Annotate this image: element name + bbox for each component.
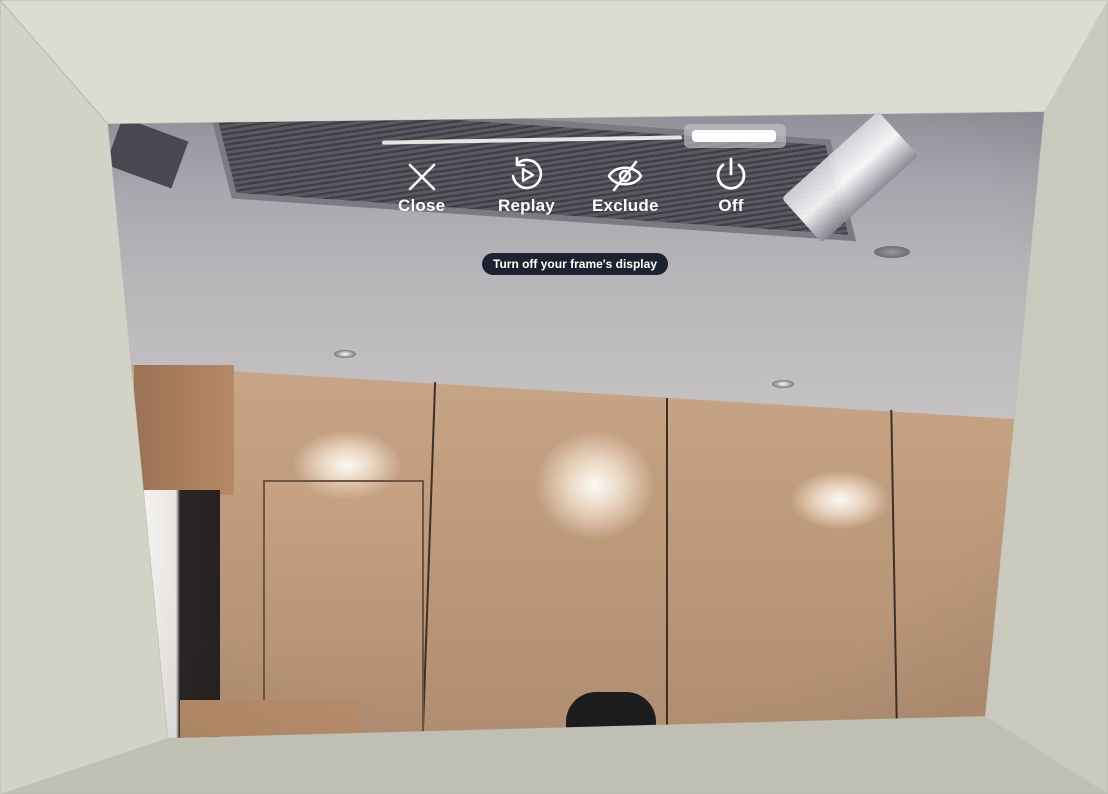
progress-thumb[interactable] (684, 124, 786, 148)
off-label: Off (718, 196, 744, 215)
downlight (772, 380, 794, 388)
replay-button[interactable]: Replay (498, 156, 555, 216)
downlight (874, 246, 910, 258)
off-tooltip: Turn off your frame's display (482, 253, 668, 275)
downlight (334, 350, 356, 358)
control-bar: Close Replay Exclude Off (392, 156, 772, 230)
replay-icon (512, 156, 543, 190)
cardboard-boxes (134, 365, 234, 495)
off-button[interactable]: Off (712, 156, 750, 216)
wall-seam (666, 398, 668, 728)
power-icon (716, 157, 746, 190)
close-icon (408, 163, 435, 191)
wall-door (263, 480, 424, 732)
exclude-label: Exclude (592, 196, 659, 215)
light-reflection (535, 430, 655, 540)
close-label: Close (398, 196, 446, 215)
progress-thumb-inner (692, 130, 776, 142)
exclude-button[interactable]: Exclude (592, 158, 659, 216)
replay-label: Replay (498, 196, 555, 215)
photo-scene: Close Replay Exclude Off Turn off your f… (0, 0, 1108, 794)
close-button[interactable]: Close (398, 160, 445, 216)
eye-off-icon (607, 160, 643, 192)
light-reflection (790, 470, 890, 530)
